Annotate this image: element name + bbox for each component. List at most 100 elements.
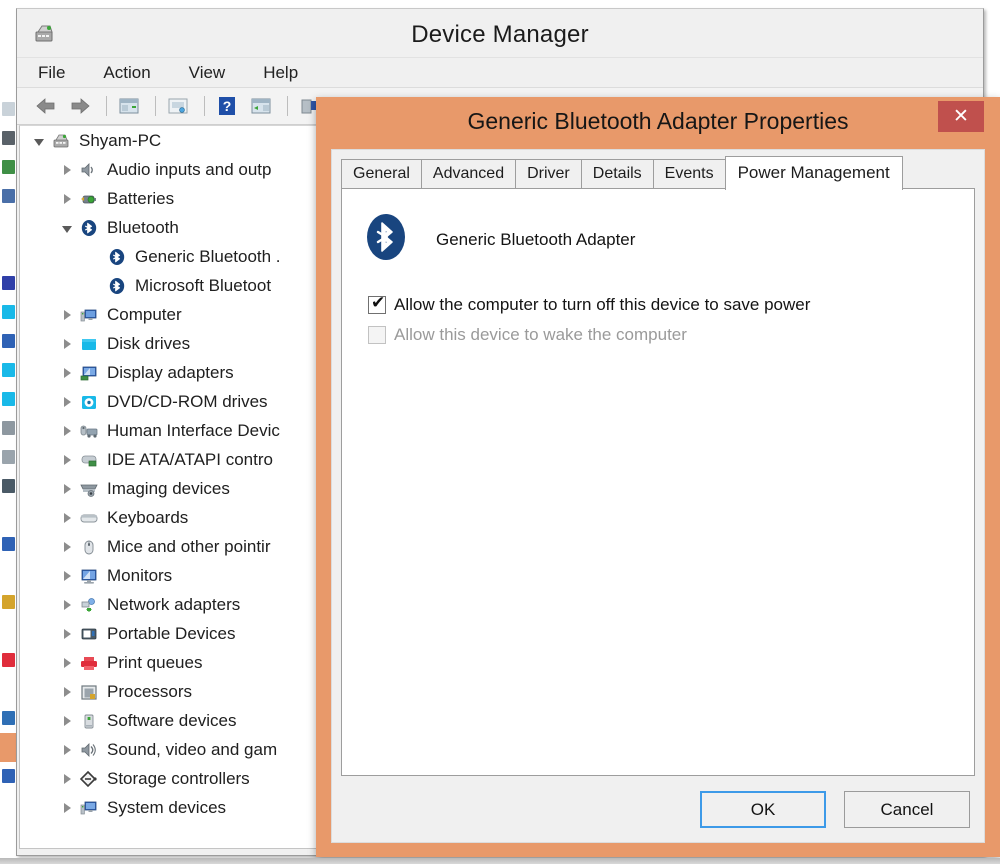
chevron-right-icon[interactable] [56, 454, 78, 465]
chevron-right-icon[interactable] [56, 744, 78, 755]
chevron-right-icon[interactable] [56, 541, 78, 552]
background-window-row [0, 617, 16, 646]
toolbar-separator [204, 96, 205, 116]
chevron-down-icon[interactable] [28, 136, 50, 146]
menu-view[interactable]: View [186, 62, 229, 84]
menu-bar: File Action View Help [17, 58, 983, 88]
speaker-icon [78, 160, 100, 180]
dialog-button-row: OK Cancel [682, 791, 970, 828]
chevron-right-icon[interactable] [56, 483, 78, 494]
tree-node-label: Computer [107, 304, 182, 324]
keyboard-icon [78, 508, 100, 528]
toolbar-separator [287, 96, 288, 116]
background-window-row [0, 385, 16, 414]
toolbar-separator [106, 96, 107, 116]
tab-details[interactable]: Details [580, 159, 654, 189]
imaging-icon [78, 479, 100, 499]
background-window-row [0, 8, 16, 37]
tab-advanced[interactable]: Advanced [420, 159, 517, 189]
background-window-row [0, 414, 16, 443]
chevron-right-icon[interactable] [56, 802, 78, 813]
chevron-right-icon[interactable] [56, 309, 78, 320]
toolbar-separator [155, 96, 156, 116]
background-window-row [0, 66, 16, 95]
chevron-right-icon[interactable] [56, 193, 78, 204]
check-icon: ✔ [371, 293, 386, 312]
background-window-row [0, 530, 16, 559]
system-device-icon [78, 798, 100, 818]
back-arrow-icon[interactable] [31, 93, 61, 119]
dvd-icon [78, 392, 100, 412]
background-window-row [0, 559, 16, 588]
chevron-right-icon[interactable] [56, 396, 78, 407]
bluetooth-icon [78, 218, 100, 238]
software-device-icon [78, 711, 100, 731]
background-window-row [0, 153, 16, 182]
tab-driver[interactable]: Driver [515, 159, 582, 189]
help-icon[interactable]: ? [212, 93, 242, 119]
chevron-down-icon[interactable] [56, 223, 78, 233]
properties-icon[interactable] [114, 93, 144, 119]
menu-help[interactable]: Help [260, 62, 301, 84]
checkbox-label: Allow this device to wake the computer [394, 325, 687, 344]
show-hidden-devices-icon[interactable] [246, 93, 276, 119]
tree-node-label: Batteries [107, 188, 175, 208]
tree-node-label: IDE ATA/ATAPI contro [107, 449, 273, 469]
checkbox-allow-turn-off[interactable]: ✔ Allow the computer to turn off this de… [368, 293, 811, 315]
scan-hardware-icon[interactable] [163, 93, 193, 119]
tab-general[interactable]: General [341, 159, 422, 189]
background-window-row [0, 298, 16, 327]
cancel-button[interactable]: Cancel [844, 791, 970, 828]
background-window-row [0, 588, 16, 617]
computer-icon [50, 131, 72, 151]
tree-node-label: System devices [107, 797, 227, 817]
dialog-titlebar: Generic Bluetooth Adapter Properties ✕ [316, 97, 1000, 149]
background-window-row [0, 211, 16, 240]
tree-node-label: Monitors [107, 565, 173, 585]
tab-events[interactable]: Events [652, 159, 726, 189]
chevron-right-icon[interactable] [56, 425, 78, 436]
background-window-row [0, 646, 16, 675]
background-window-row [0, 791, 16, 820]
monitor-icon [78, 566, 100, 586]
background-window-row [0, 733, 16, 762]
close-icon[interactable]: ✕ [938, 101, 984, 132]
menu-file[interactable]: File [35, 62, 68, 84]
menu-action[interactable]: Action [100, 62, 153, 84]
background-window-row [0, 327, 16, 356]
tree-node-label: Imaging devices [107, 478, 230, 498]
battery-icon [78, 189, 100, 209]
ok-button[interactable]: OK [700, 791, 826, 828]
tab-power-management[interactable]: Power Management [724, 156, 903, 190]
background-window-row [0, 95, 16, 124]
checkbox-box[interactable]: ✔ [368, 293, 386, 314]
device-header: Generic Bluetooth Adapter [364, 211, 635, 268]
computer-monitor-icon [78, 305, 100, 325]
tree-node-label: Human Interface Devic [107, 420, 280, 440]
forward-arrow-icon[interactable] [65, 93, 95, 119]
tree-node-label: Display adapters [107, 362, 234, 382]
chevron-right-icon[interactable] [56, 367, 78, 378]
chevron-right-icon[interactable] [56, 512, 78, 523]
hid-icon [78, 421, 100, 441]
chevron-right-icon[interactable] [56, 657, 78, 668]
sound-icon [78, 740, 100, 760]
portable-device-icon [78, 624, 100, 644]
background-window-row [0, 182, 16, 211]
disk-icon [78, 334, 100, 354]
chevron-right-icon[interactable] [56, 570, 78, 581]
tree-node-label: Network adapters [107, 594, 241, 614]
chevron-right-icon[interactable] [56, 686, 78, 697]
chevron-right-icon[interactable] [56, 715, 78, 726]
tree-node-label: Portable Devices [107, 623, 236, 643]
chevron-right-icon[interactable] [56, 628, 78, 639]
chevron-right-icon[interactable] [56, 164, 78, 175]
ide-controller-icon [78, 450, 100, 470]
dialog-title: Generic Bluetooth Adapter Properties [467, 108, 849, 134]
chevron-right-icon[interactable] [56, 773, 78, 784]
chevron-right-icon[interactable] [56, 599, 78, 610]
printer-icon [78, 653, 100, 673]
checkbox-label: Allow the computer to turn off this devi… [394, 295, 811, 314]
chevron-right-icon[interactable] [56, 338, 78, 349]
tree-node-label: Microsoft Bluetoot [135, 275, 272, 295]
